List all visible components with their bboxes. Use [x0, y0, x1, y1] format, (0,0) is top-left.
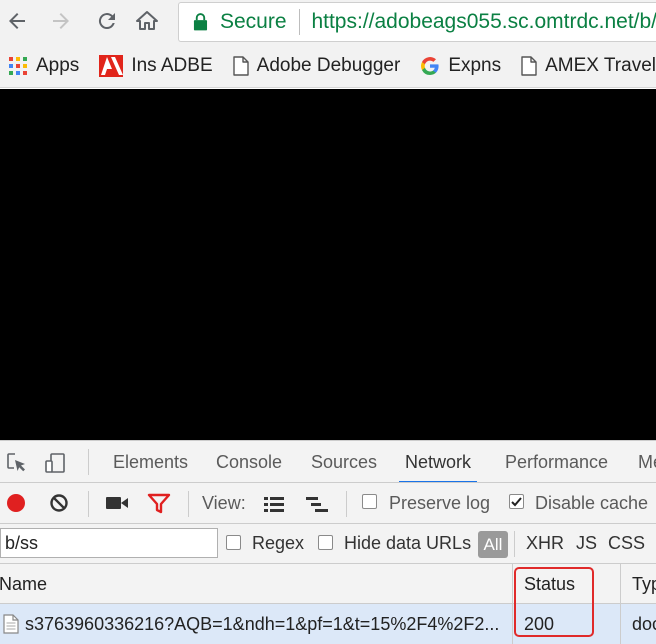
capture-screenshots-button[interactable]	[104, 492, 130, 514]
filter-type-xhr[interactable]: XHR	[526, 533, 564, 554]
omnibox-divider	[298, 9, 300, 35]
browser-toolbar: Secure https://adobeags055.sc.omtrdc.net…	[0, 0, 656, 44]
devtools-panel: Elements Console Sources Network Perform…	[0, 440, 656, 644]
bookmark-label: AMEX Travel	[545, 54, 656, 76]
toolbar-divider	[88, 491, 89, 517]
filter-bar: Regex Hide data URLs All XHR JS CSS	[0, 524, 656, 564]
filter-funnel-icon	[147, 493, 171, 514]
bookmark-adobe-debugger[interactable]: Adobe Debugger	[232, 54, 401, 77]
bookmark-amex-travel[interactable]: AMEX Travel	[521, 55, 656, 77]
column-divider[interactable]	[512, 564, 513, 603]
filter-type-all[interactable]: All	[478, 531, 508, 558]
column-divider	[512, 604, 513, 644]
overview-button[interactable]	[304, 493, 330, 515]
regex-checkbox[interactable]	[226, 535, 241, 550]
page-icon	[232, 55, 249, 76]
column-header-status[interactable]: Status	[524, 564, 575, 603]
request-type-cell: document	[632, 614, 656, 634]
view-label: View:	[202, 493, 246, 513]
device-mode-icon	[45, 453, 65, 473]
network-toolbar: View: Preserve log Disable cache	[0, 483, 656, 524]
tab-network[interactable]: Network	[398, 441, 478, 482]
tab-sources[interactable]: Sources	[311, 441, 377, 482]
preserve-log-label: Preserve log	[389, 493, 491, 513]
column-header-type[interactable]: Type	[632, 564, 656, 603]
network-table-header: Name Status Type	[0, 564, 656, 604]
document-file-icon	[2, 613, 20, 635]
forward-arrow-icon	[53, 13, 69, 29]
tab-memory[interactable]: Memory	[638, 441, 656, 482]
tab-console[interactable]: Console	[216, 441, 282, 482]
toolbar-divider	[188, 491, 189, 517]
forward-button[interactable]	[46, 6, 76, 36]
record-button[interactable]	[5, 492, 27, 514]
bookmark-label: Ins ADBE	[131, 54, 213, 76]
tab-elements[interactable]: Elements	[113, 441, 188, 482]
disable-cache-label: Disable cache	[535, 493, 649, 513]
column-divider	[620, 604, 621, 644]
toolbar-divider	[346, 491, 347, 517]
checkmark-icon	[511, 497, 522, 507]
tab-performance[interactable]: Performance	[505, 441, 608, 482]
apps-grid-icon	[8, 56, 28, 76]
column-header-name[interactable]: Name	[0, 564, 47, 603]
filter-divider	[514, 531, 515, 557]
back-button[interactable]	[2, 6, 32, 36]
home-button[interactable]	[132, 6, 162, 36]
devtools-tab-bar: Elements Console Sources Network Perform…	[0, 441, 656, 483]
filter-type-css[interactable]: CSS	[608, 533, 645, 554]
page-icon	[521, 55, 537, 76]
bookmarks-bar: Apps Ins ADBE Adobe Debugger Expns AMEX …	[0, 44, 656, 88]
reload-icon	[98, 13, 115, 30]
request-name-cell[interactable]: s3763960336216?AQB=1&ndh=1&pf=1&t=15%2F4…	[25, 604, 509, 644]
list-view-icon	[264, 497, 284, 512]
bookmark-label: Expns	[448, 54, 502, 76]
google-g-icon	[420, 56, 440, 76]
tab-divider	[88, 449, 89, 475]
lock-icon	[193, 13, 208, 31]
home-icon	[136, 11, 158, 30]
filter-type-js[interactable]: JS	[576, 533, 597, 554]
address-bar[interactable]: Secure https://adobeags055.sc.omtrdc.net…	[178, 2, 656, 42]
url-text[interactable]: https://adobeags055.sc.omtrdc.net/b/ss	[311, 10, 656, 34]
secure-label: Secure	[219, 10, 287, 33]
back-arrow-icon	[9, 13, 25, 29]
hide-data-urls-checkbox[interactable]	[318, 535, 333, 550]
inspect-element-button[interactable]	[4, 450, 30, 476]
filter-input[interactable]	[0, 528, 218, 558]
reload-button[interactable]	[92, 6, 122, 36]
record-icon	[7, 494, 25, 512]
bookmark-ins-adbe[interactable]: Ins ADBE	[99, 54, 213, 77]
page-viewport	[0, 89, 656, 440]
hide-data-urls-label: Hide data URLs	[344, 533, 472, 553]
bookmark-label: Apps	[36, 54, 80, 76]
waterfall-icon	[306, 497, 328, 512]
request-status-cell: 200	[524, 614, 555, 634]
device-toolbar-button[interactable]	[42, 450, 68, 476]
filter-toggle-button[interactable]	[146, 492, 172, 516]
preserve-log-checkbox[interactable]	[362, 494, 377, 509]
clear-icon	[50, 494, 68, 512]
regex-label: Regex	[252, 533, 305, 553]
video-camera-icon	[106, 497, 128, 509]
bookmark-expns[interactable]: Expns	[420, 55, 501, 77]
adobe-logo-icon	[99, 54, 124, 77]
disable-cache-checkbox[interactable]	[509, 494, 524, 509]
bookmark-label: Adobe Debugger	[256, 54, 401, 76]
clear-button[interactable]	[48, 492, 70, 514]
column-divider[interactable]	[620, 564, 621, 603]
large-request-rows-button[interactable]	[262, 493, 286, 515]
inspect-cursor-icon	[7, 453, 25, 472]
bookmark-apps[interactable]: Apps	[8, 55, 79, 77]
table-row[interactable]: s3763960336216?AQB=1&ndh=1&pf=1&t=15%2F4…	[0, 604, 656, 644]
